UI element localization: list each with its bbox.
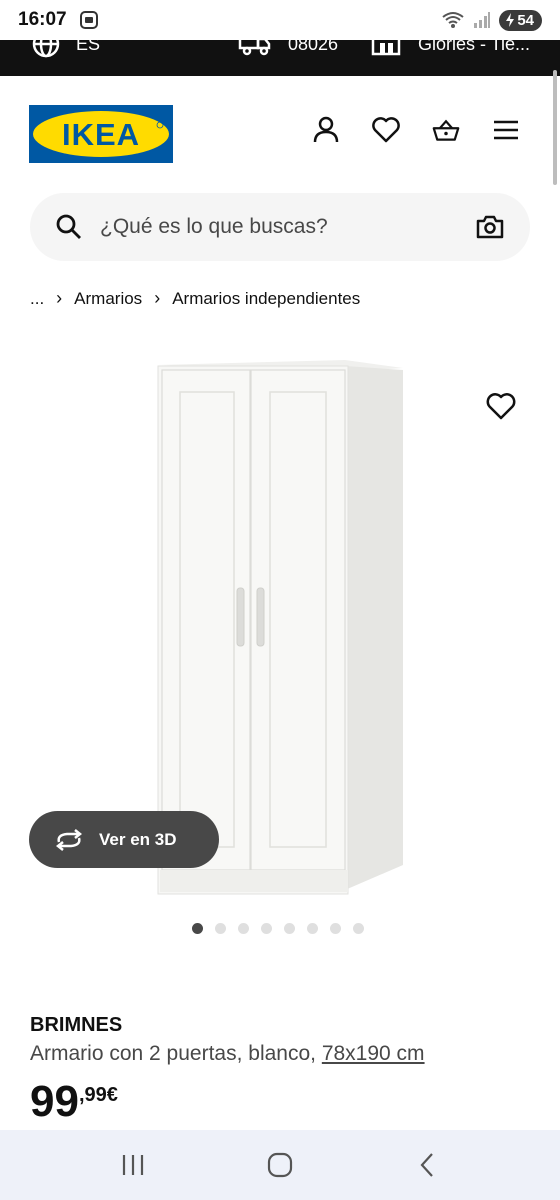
- store-selector[interactable]: Glories - Tie...: [370, 40, 530, 58]
- carousel-dot[interactable]: [192, 923, 203, 934]
- battery-icon: 54: [499, 9, 542, 31]
- home-icon: [267, 1152, 293, 1178]
- postcode-selector[interactable]: 08026: [238, 40, 338, 58]
- ikea-product-page: { "status_bar": { "time": "16:07", "batt…: [0, 0, 560, 1200]
- ikea-logo[interactable]: IKEA: [29, 105, 173, 163]
- battery-level: 54: [517, 11, 534, 29]
- user-icon[interactable]: [312, 116, 340, 144]
- breadcrumb-ellipsis[interactable]: ...: [30, 289, 44, 309]
- status-time: 16:07: [18, 9, 67, 30]
- rotate-3d-icon: [55, 828, 83, 851]
- search-bar[interactable]: [30, 193, 530, 261]
- breadcrumb-item-armarios-independientes[interactable]: Armarios independientes: [172, 289, 360, 309]
- camera-search-icon[interactable]: [476, 214, 504, 240]
- carousel-dot[interactable]: [307, 923, 318, 934]
- language-label: ES: [76, 40, 101, 54]
- price-decimal: ,99€: [78, 1084, 118, 1106]
- carousel-dot[interactable]: [284, 923, 295, 934]
- screenshot-icon: [79, 11, 98, 29]
- view-in-3d-button[interactable]: Ver en 3D: [29, 811, 219, 868]
- carousel-dot[interactable]: [330, 923, 341, 934]
- signal-icon: [474, 12, 491, 28]
- carousel-dot[interactable]: [238, 923, 249, 934]
- scrollbar[interactable]: [553, 70, 557, 185]
- product-price: 99 ,99€: [30, 1080, 118, 1124]
- breadcrumb-item-armarios[interactable]: Armarios: [74, 289, 142, 309]
- product-name[interactable]: BRIMNES: [30, 1014, 122, 1037]
- carousel-dot[interactable]: [353, 923, 364, 934]
- search-input[interactable]: [100, 215, 476, 239]
- site-header: IKEA: [0, 76, 560, 190]
- product-description-text: Armario con 2 puertas, blanco,: [30, 1042, 316, 1065]
- home-button[interactable]: [260, 1145, 300, 1185]
- truck-icon: [238, 40, 271, 56]
- status-bar: 16:07 54: [0, 0, 560, 40]
- chevron-right-icon: ›: [56, 288, 63, 308]
- heart-icon[interactable]: [372, 116, 400, 144]
- svg-text:IKEA: IKEA: [62, 117, 140, 152]
- back-button[interactable]: [407, 1145, 447, 1185]
- basket-icon[interactable]: [432, 116, 460, 144]
- product-dimensions-link[interactable]: 78x190 cm: [322, 1042, 425, 1065]
- recent-apps-button[interactable]: [113, 1145, 153, 1185]
- breadcrumb: ... › Armarios › Armarios independientes: [30, 288, 360, 309]
- postcode-label: 08026: [288, 40, 339, 54]
- view-in-3d-label: Ver en 3D: [99, 829, 177, 849]
- store-label: Glories - Tie...: [418, 40, 531, 54]
- menu-icon[interactable]: [492, 116, 520, 144]
- wifi-icon: [442, 12, 464, 28]
- image-carousel-dots: [192, 923, 364, 934]
- product-description: Armario con 2 puertas, blanco, 78x190 cm: [30, 1042, 425, 1066]
- add-to-favourites-icon[interactable]: [486, 392, 516, 422]
- carousel-dot[interactable]: [261, 923, 272, 934]
- search-icon: [56, 214, 81, 239]
- globe-icon: [32, 40, 60, 58]
- language-selector[interactable]: ES: [32, 40, 100, 58]
- recent-apps-icon: [123, 1155, 144, 1175]
- carousel-dot[interactable]: [215, 923, 226, 934]
- chevron-right-icon: ›: [154, 288, 161, 308]
- utility-bar: ES 08026 Glories - Tie...: [0, 40, 560, 76]
- back-icon: [420, 1153, 433, 1177]
- store-icon: [371, 40, 401, 56]
- system-navigation-bar: [0, 1130, 560, 1200]
- price-integer: 99: [30, 1077, 79, 1126]
